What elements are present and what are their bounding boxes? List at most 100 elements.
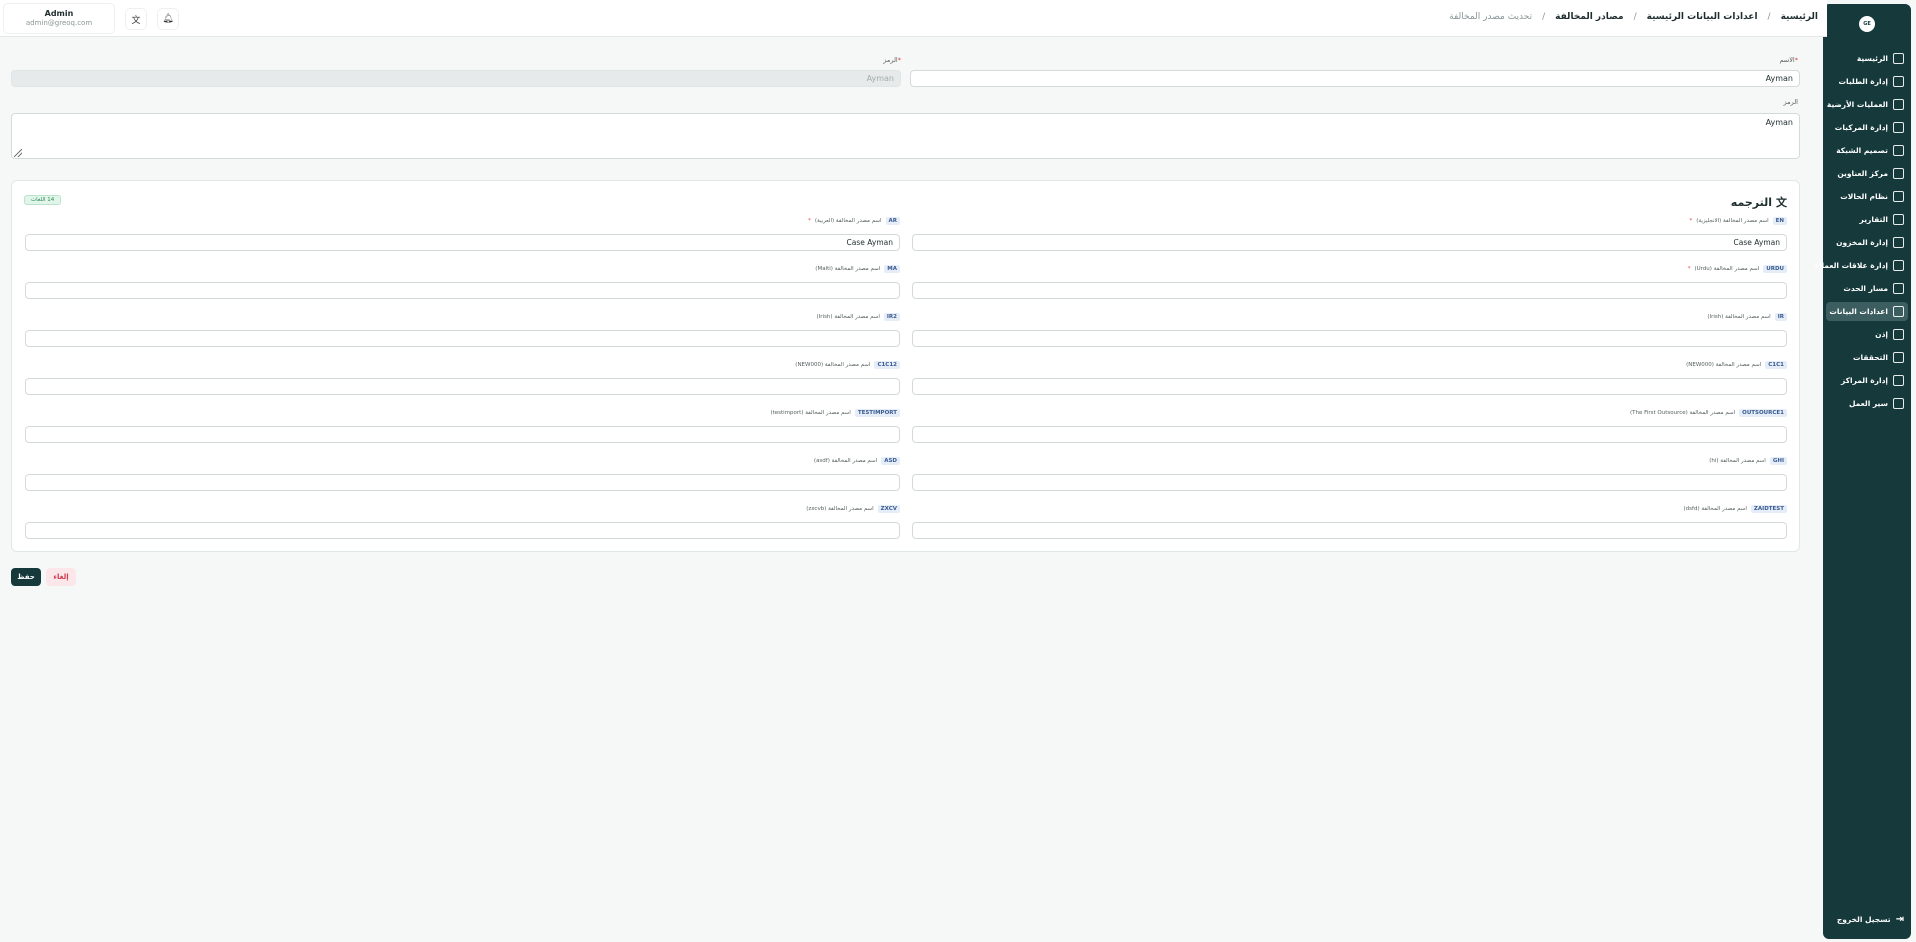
- sidebar-item-addresses[interactable]: مركز العناوين: [1826, 164, 1908, 183]
- home-icon: [1893, 53, 1904, 64]
- sidebar-item-permissions[interactable]: إذن: [1826, 325, 1908, 344]
- translation-input-asd[interactable]: [25, 474, 900, 491]
- sidebar-item-data-settings[interactable]: اعدادات البيانات: [1826, 302, 1908, 321]
- translation-label-ir: IR اسم مصدر المخالفة (Irish): [1707, 313, 1787, 321]
- sidebar-item-workflow[interactable]: سير العمل: [1826, 394, 1908, 413]
- route-icon: [1893, 283, 1904, 294]
- translation-input-ir2[interactable]: [25, 330, 900, 347]
- sidebar-menu: الرئيسية إدارة الطلبات العمليات الأرضية …: [1815, 49, 1908, 417]
- translation-input-c1c1[interactable]: [912, 378, 1787, 395]
- sidebar-item-crm[interactable]: إدارة علاقات العملاء: [1815, 256, 1908, 275]
- translation-input-ghi[interactable]: [912, 474, 1787, 491]
- language-code-badge: OUTSOURCE1: [1739, 409, 1787, 417]
- translation-label-text: اسم مصدر المخالفة (asdf): [813, 458, 878, 464]
- translation-input-ar[interactable]: Case Ayman: [25, 234, 900, 251]
- sidebar-item-reports[interactable]: التقارير: [1826, 210, 1908, 229]
- name-label: *الاسم: [1779, 56, 1798, 64]
- required-marker: *: [1687, 266, 1691, 272]
- breadcrumb-separator: /: [1767, 12, 1771, 22]
- sidebar-item-ground-ops[interactable]: العمليات الأرضية: [1826, 95, 1908, 114]
- user-email: admin@greoq.com: [25, 19, 93, 27]
- translation-label-ir2: IR2 اسم مصدر المخالفة (Irish): [817, 313, 900, 321]
- translation-label-text: اسم مصدر المخالفة (zxcvb): [806, 506, 874, 512]
- map-pin-icon: [1893, 168, 1904, 179]
- name-label-text: الاسم: [1779, 56, 1795, 64]
- translation-label-text: اسم مصدر المخالفة (Irish): [1707, 314, 1771, 320]
- breadcrumb: الرئيسية / اعدادات البيانات الرئيسية / م…: [1449, 12, 1818, 22]
- breadcrumb-home[interactable]: الرئيسية: [1781, 12, 1818, 22]
- sidebar-item-verifications[interactable]: التحققات: [1826, 348, 1908, 367]
- description-label: الرمز: [1783, 98, 1798, 106]
- bell-icon: 🔔︎: [162, 14, 174, 24]
- required-marker: *: [897, 56, 901, 64]
- user-menu[interactable]: Admin admin@greoq.com: [3, 3, 115, 34]
- topbar: الرئيسية / اعدادات البيانات الرئيسية / م…: [0, 0, 1827, 37]
- sidebar-item-centers[interactable]: إدارة المراكز: [1826, 371, 1908, 390]
- translation-label-zxcv: ZXCV اسم مصدر المخالفة (zxcvb): [806, 505, 900, 513]
- translation-input-ma[interactable]: [25, 282, 900, 299]
- sidebar: GE الرئيسية إدارة الطلبات العمليات الأرض…: [1815, 4, 1911, 939]
- breadcrumb-list[interactable]: مصادر المخالفة: [1555, 12, 1623, 22]
- sidebar-item-home[interactable]: الرئيسية: [1826, 49, 1908, 68]
- language-code-badge: URDU: [1763, 265, 1787, 273]
- translation-input-en[interactable]: Case Ayman: [912, 234, 1787, 251]
- translation-input-ir[interactable]: [912, 330, 1787, 347]
- building-icon: [1893, 375, 1904, 386]
- sidebar-item-orders[interactable]: إدارة الطلبات: [1826, 72, 1908, 91]
- logout-label: تسجيل الخروج: [1836, 915, 1891, 924]
- translation-label-text: اسم مصدر المخالفة (الانجليزية): [1696, 218, 1769, 224]
- translation-label-urdu: URDU اسم مصدر المخالفة (Urdu) *: [1688, 265, 1787, 273]
- required-marker: *: [808, 218, 811, 224]
- sidebar-item-label: إدارة المراكز: [1840, 376, 1888, 385]
- cancel-button[interactable]: إلغاء: [46, 568, 76, 586]
- users-icon: [1893, 329, 1904, 340]
- logout-button[interactable]: ⇥ تسجيل الخروج: [1837, 914, 1904, 925]
- sidebar-item-label: الرئيسية: [1856, 54, 1888, 63]
- breadcrumb-master-data[interactable]: اعدادات البيانات الرئيسية: [1647, 12, 1758, 22]
- inventory-icon: [1893, 237, 1904, 248]
- translation-input-testimport[interactable]: [25, 426, 900, 443]
- name-input[interactable]: Ayman: [910, 70, 1800, 87]
- translation-input-zxcv[interactable]: [25, 522, 900, 539]
- translation-label-c1c12: C1C12 اسم مصدر المخالفة (NEW000): [795, 361, 900, 369]
- sidebar-item-label: إدارة المركبات: [1834, 123, 1888, 132]
- translation-label-text: اسم مصدر المخالفة (NEW000): [1686, 362, 1762, 368]
- verify-icon: [1893, 352, 1904, 363]
- code-label-text: الرمز: [883, 56, 898, 64]
- translation-label-ghi: GHI اسم مصدر المخالفة (hi): [1709, 457, 1787, 465]
- sidebar-item-statuses[interactable]: نظام الحالات: [1826, 187, 1908, 206]
- translation-label-testimport: TESTIMPORT اسم مصدر المخالفة (testimport): [770, 409, 900, 417]
- crm-icon: [1893, 260, 1904, 271]
- translation-title: 文 الترجمه: [1731, 194, 1787, 210]
- sidebar-item-label: إذن: [1875, 330, 1888, 339]
- sidebar-item-inventory[interactable]: إدارة المخزون: [1826, 233, 1908, 252]
- language-code-badge: GHI: [1769, 457, 1787, 465]
- status-icon: [1893, 191, 1904, 202]
- language-code-badge: TESTIMPORT: [854, 409, 900, 417]
- translation-label-text: اسم مصدر المخالفة (testimport): [770, 410, 851, 416]
- sidebar-item-network[interactable]: تصميم الشبكة: [1826, 141, 1908, 160]
- translation-input-c1c12[interactable]: [25, 378, 900, 395]
- sidebar-item-label: نظام الحالات: [1840, 192, 1888, 201]
- language-count-badge: 14 اللغات: [24, 195, 62, 205]
- save-button[interactable]: حفظ: [11, 568, 41, 586]
- sidebar-item-vehicles[interactable]: إدارة المركبات: [1826, 118, 1908, 137]
- translation-input-outsource1[interactable]: [912, 426, 1787, 443]
- sidebar-item-label: سير العمل: [1848, 399, 1888, 408]
- language-code-badge: IR: [1774, 313, 1787, 321]
- translation-label-en: EN اسم مصدر المخالفة (الانجليزية) *: [1690, 217, 1787, 225]
- translation-title-text: الترجمه: [1730, 195, 1772, 209]
- resize-handle[interactable]: [14, 149, 22, 157]
- language-button[interactable]: 文: [125, 8, 147, 30]
- app-logo[interactable]: GE: [1859, 16, 1875, 32]
- notifications-button[interactable]: 🔔︎: [157, 8, 179, 30]
- sidebar-item-label: التقارير: [1859, 215, 1888, 224]
- sidebar-item-event-route[interactable]: مسار الحدث: [1826, 279, 1908, 298]
- translation-label-text: اسم مصدر المخالفة (dsfd): [1683, 506, 1747, 512]
- sidebar-item-label: إدارة الطلبات: [1838, 77, 1888, 86]
- translation-input-zaidtest[interactable]: [912, 522, 1787, 539]
- translation-input-urdu[interactable]: [912, 282, 1787, 299]
- description-textarea[interactable]: Ayman: [11, 113, 1800, 159]
- language-code-badge: IR2: [883, 313, 900, 321]
- language-code-badge: ZAIDTEST: [1750, 505, 1787, 513]
